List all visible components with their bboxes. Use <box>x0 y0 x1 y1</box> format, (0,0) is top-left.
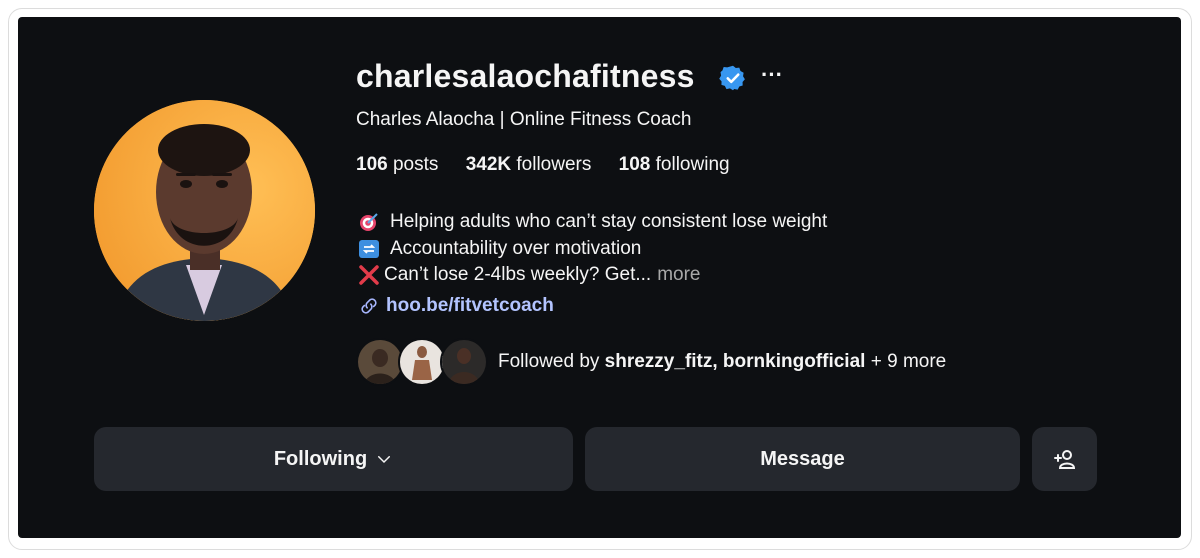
avatar[interactable] <box>94 100 315 321</box>
following-count: 108 <box>618 154 651 175</box>
bio-text-1: Helping adults who can’t stay consistent… <box>390 211 828 232</box>
link-text: hoo.be/fitvetcoach <box>386 295 554 316</box>
followed-by-prefix: Followed by <box>498 351 600 372</box>
add-user-icon <box>1053 450 1075 469</box>
followed-by-names: shrezzy_fitz, bornkingofficial <box>604 351 866 372</box>
link-icon <box>361 298 377 314</box>
add-user-button[interactable] <box>1032 427 1097 491</box>
following-stat[interactable]: 108 following <box>619 154 730 175</box>
following-button[interactable]: Following <box>94 427 573 491</box>
profile-stats: 106 posts 342K followers 108 following <box>356 154 752 176</box>
chevron-down-icon <box>378 456 391 464</box>
message-button[interactable]: Message <box>585 427 1020 491</box>
bio-text-3: Can’t lose 2-4lbs weekly? Get... <box>384 264 652 285</box>
more-options-icon[interactable]: ··· <box>761 62 783 88</box>
bio-line-3: Can’t lose 2-4lbs weekly? Get... more <box>358 262 827 289</box>
target-icon <box>360 213 378 232</box>
followed-by[interactable]: Followed by shrezzy_fitz, bornkingoffici… <box>356 338 946 386</box>
bio-line-2: Accountability over motivation <box>358 236 827 263</box>
cross-mark-icon <box>359 265 379 285</box>
followed-by-suffix: + 9 more <box>870 351 947 372</box>
external-link[interactable]: hoo.be/fitvetcoach <box>358 295 554 317</box>
followers-stat[interactable]: 342K followers <box>466 154 592 175</box>
followed-by-text: Followed by shrezzy_fitz, bornkingoffici… <box>498 351 946 373</box>
following-button-label: Following <box>273 447 368 470</box>
posts-stat[interactable]: 106 posts <box>356 154 438 175</box>
verified-badge-icon <box>719 65 745 91</box>
bio-more-link[interactable]: more <box>657 262 700 289</box>
following-label: following <box>655 154 730 175</box>
bio-line-1: Helping adults who can’t stay consistent… <box>358 209 827 236</box>
follower-avatar <box>398 338 446 386</box>
bio: Helping adults who can’t stay consistent… <box>358 209 827 289</box>
posts-count: 106 <box>356 154 388 175</box>
follower-avatar <box>356 338 404 386</box>
full-name: Charles Alaocha | Online Fitness Coach <box>356 109 692 130</box>
posts-label: posts <box>392 154 439 175</box>
repeat-icon <box>359 239 379 258</box>
follower-avatar <box>440 338 488 386</box>
avatar-image <box>94 100 315 321</box>
followers-label: followers <box>516 154 592 175</box>
username: charlesalaochafitness <box>356 58 695 94</box>
bio-text-2: Accountability over motivation <box>390 237 642 259</box>
followers-count: 342K <box>465 154 512 175</box>
message-button-label: Message <box>760 447 845 470</box>
